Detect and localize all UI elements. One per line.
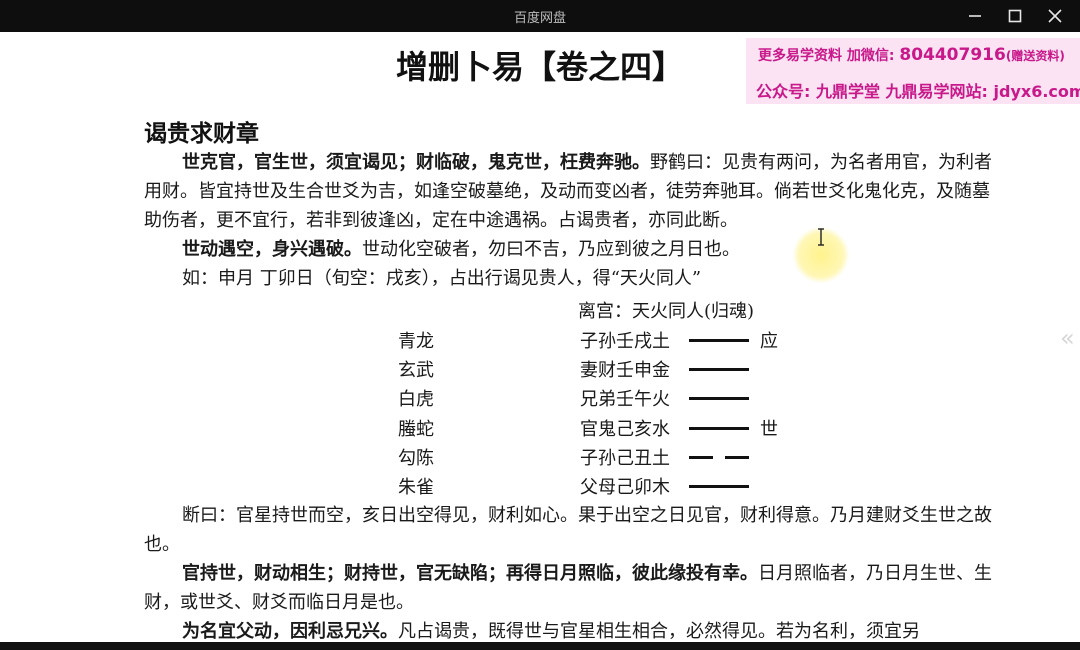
hexagram-spirit: 朱雀 bbox=[398, 477, 434, 498]
hexagram-spirit: 勾陈 bbox=[398, 448, 434, 469]
yang-line bbox=[689, 397, 749, 400]
yang-line bbox=[689, 427, 749, 430]
yang-line bbox=[689, 339, 749, 342]
paragraph-3: 断曰：官星持世而空，亥日出空得见，财利如心。果于出空之日见官，财利得意。乃月建财… bbox=[144, 501, 1004, 559]
yang-line bbox=[689, 485, 749, 488]
paragraph-4-bold: 官持世，财动相生；财持世，官无缺陷；再得日月照临，彼此缘投有幸。 bbox=[182, 563, 758, 584]
hexagram-spirit: 白虎 bbox=[398, 389, 434, 410]
text-cursor-icon bbox=[818, 228, 824, 246]
paragraph-5-text: 凡占谒贵，既得世与官星相生相合，必然得见。若为名利，须宜另 bbox=[398, 621, 920, 642]
window-title: 百度网盘 bbox=[513, 11, 566, 26]
example-text: 如：申月 丁卯日（旬空：戌亥），占出行谒见贵人，得“天火同人” bbox=[182, 268, 702, 289]
minimize-icon bbox=[969, 15, 981, 17]
watermark-line2: 公众号: 九鼎学堂 九鼎易学网站: jdyx6.com bbox=[756, 82, 1080, 101]
hexagram-spirit: 玄武 bbox=[398, 360, 434, 381]
paragraph-4: 官持世，财动相生；财持世，官无缺陷；再得日月照临，彼此缘投有幸。日月照临者，乃日… bbox=[144, 559, 1004, 617]
document-title: 增删卜易【卷之四】 bbox=[395, 48, 684, 86]
bottom-bar bbox=[0, 642, 1080, 650]
watermark-prefix: 更多易学资料 加微信: bbox=[758, 48, 895, 64]
paragraph-2: 世动遇空，身兴遇破。世动化空破者，勿曰不吉，乃应到彼之月日也。 bbox=[144, 235, 1004, 264]
minimize-button[interactable] bbox=[955, 0, 995, 32]
hexagram-spirit: 青龙 bbox=[398, 331, 434, 352]
previous-page-arrow-icon[interactable]: « bbox=[1060, 324, 1075, 352]
paragraph-1-bold: 世克官，官生世，须宜谒见；财临破，鬼克世，枉费奔驰。 bbox=[182, 152, 650, 173]
hexagram-line-name: 官鬼己亥水 bbox=[580, 419, 670, 440]
maximize-icon bbox=[1008, 9, 1022, 23]
paragraph-5-bold: 为名宜父动，因利忌兄兴。 bbox=[182, 621, 398, 642]
paragraph-1: 世克官，官生世，须宜谒见；财临破，鬼克世，枉费奔驰。野鹤曰：见贵有两问，为名者用… bbox=[144, 148, 1004, 235]
paragraph-2-text: 世动化空破者，勿曰不吉，乃应到彼之月日也。 bbox=[362, 239, 740, 260]
close-icon bbox=[1048, 9, 1062, 23]
paragraph-3-text: 断曰：官星持世而空，亥日出空得见，财利如心。果于出空之日见官，财利得意。乃月建财… bbox=[144, 505, 992, 555]
maximize-button[interactable] bbox=[995, 0, 1035, 32]
watermark-suffix: (赠送资料) bbox=[1005, 49, 1065, 63]
hexagram-line-name: 父母己卯木 bbox=[580, 477, 670, 498]
hexagram-line-name: 子孙壬戌土 bbox=[580, 331, 670, 352]
watermark-number: 804407916 bbox=[899, 45, 1006, 65]
document-page[interactable]: 增删卜易【卷之四】 更多易学资料 加微信: 804407916(赠送资料) 公众… bbox=[0, 32, 1080, 642]
example-line: 如：申月 丁卯日（旬空：戌亥），占出行谒见贵人，得“天火同人” bbox=[144, 264, 1004, 293]
yin-line-right bbox=[725, 456, 749, 459]
paragraph-5: 为名宜父动，因利忌兄兴。凡占谒贵，既得世与官星相生相合，必然得见。若为名利，须宜… bbox=[144, 617, 1004, 642]
hexagram-spirit: 螣蛇 bbox=[398, 419, 434, 440]
hexagram-line-name: 妻财壬申金 bbox=[580, 360, 670, 381]
hexagram-line-name: 子孙己丑土 bbox=[580, 448, 670, 469]
yang-line bbox=[689, 368, 749, 371]
close-button[interactable] bbox=[1035, 0, 1075, 32]
watermark-banner: 更多易学资料 加微信: 804407916(赠送资料) 公众号: 九鼎学堂 九鼎… bbox=[746, 38, 1080, 104]
hexagram-marker: 应 bbox=[760, 331, 778, 352]
section-heading: 谒贵求财章 bbox=[144, 121, 259, 147]
hexagram-line-name: 兄弟壬午火 bbox=[580, 389, 670, 410]
watermark-line1: 更多易学资料 加微信: 804407916(赠送资料) bbox=[758, 45, 1065, 65]
hexagram-marker: 世 bbox=[760, 419, 778, 440]
hexagram-header: 离宫：天火同人(归魂) bbox=[578, 301, 755, 322]
window-titlebar: 百度网盘 bbox=[0, 0, 1080, 32]
paragraph-2-bold: 世动遇空，身兴遇破。 bbox=[182, 239, 362, 260]
yin-line-left bbox=[689, 456, 713, 459]
